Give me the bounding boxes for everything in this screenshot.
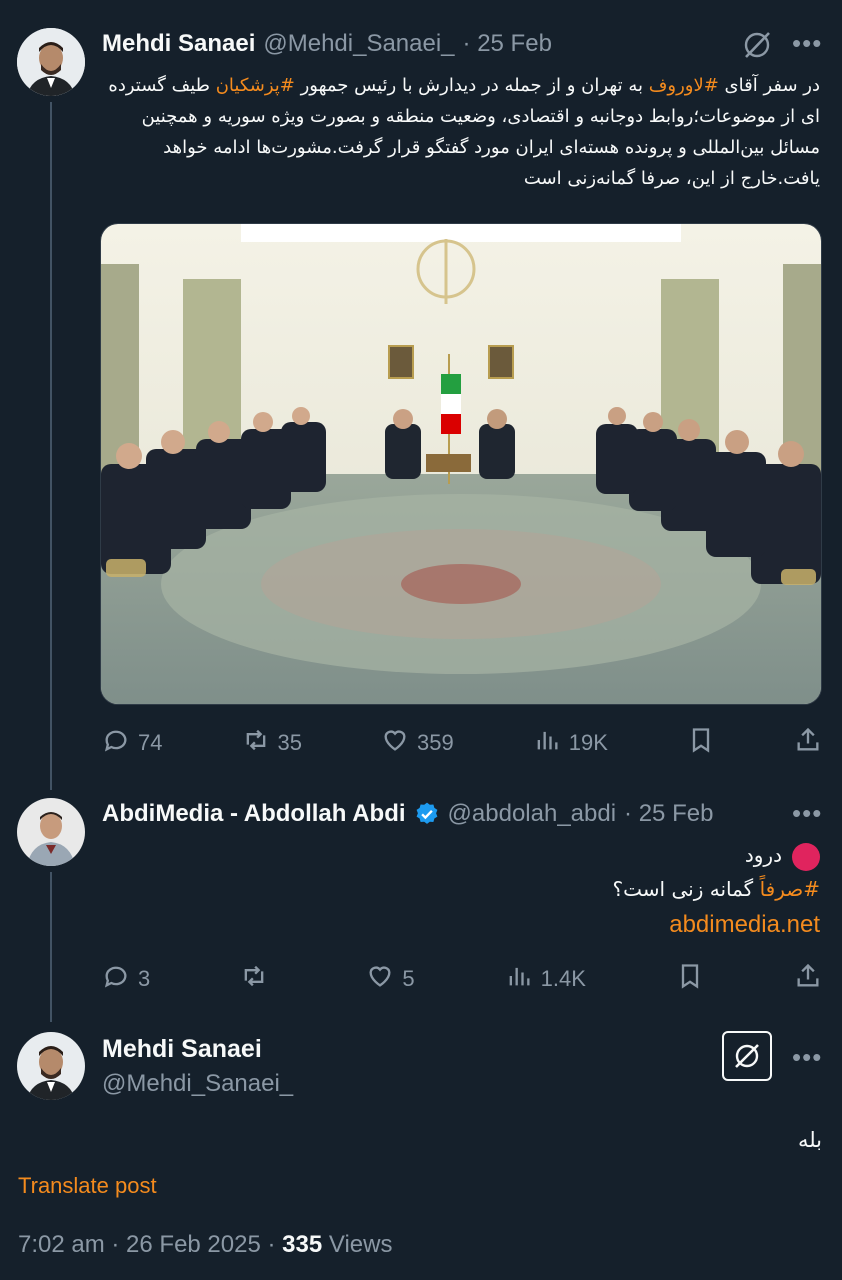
more-icon[interactable]: ••• <box>792 1042 822 1073</box>
text-segment: در سفر آقای <box>718 75 820 96</box>
hashtag[interactable]: #صرفاً <box>760 877 820 901</box>
share-icon <box>794 962 822 996</box>
repost-icon <box>242 726 270 760</box>
thread-line <box>50 102 52 790</box>
tweet-text: در سفر آقای #لاوروف به تهران و از جمله د… <box>100 70 820 194</box>
share-button[interactable] <box>794 726 822 760</box>
tweet-actions: 74 35 359 19K <box>102 726 822 760</box>
reply-line-2: #صرفاً گمانه زنی است؟ <box>612 877 820 901</box>
handle[interactable]: @Mehdi_Sanaei_ <box>263 30 454 58</box>
display-name[interactable]: AbdiMedia - Abdollah Abdi <box>102 800 406 828</box>
repost-button[interactable]: 35 <box>242 726 302 760</box>
post-date[interactable]: · 25 Feb <box>463 30 552 58</box>
views-count: 335 <box>282 1231 323 1258</box>
like-count: 359 <box>417 730 454 755</box>
views-count: 19K <box>568 730 608 755</box>
avatar[interactable] <box>17 798 85 866</box>
like-icon <box>381 726 409 760</box>
reply-link[interactable]: abdimedia.net <box>100 908 820 942</box>
hashtag[interactable]: #لاوروف <box>649 75 719 96</box>
like-icon <box>366 962 394 996</box>
display-name[interactable]: Mehdi Sanaei <box>102 30 255 58</box>
views-count: 1.4K <box>540 966 586 991</box>
bookmark-button[interactable] <box>687 726 715 760</box>
repost-count: 35 <box>277 730 302 755</box>
tweet-actions: 3 5 1.4K <box>102 962 822 996</box>
grok-icon[interactable] <box>742 30 772 60</box>
verified-icon <box>414 801 440 827</box>
views-label: Views <box>322 1231 393 1258</box>
text-segment: به تهران و از جمله در دیدارش با رئیس جمه… <box>294 75 649 96</box>
red-circle-emoji <box>792 842 820 871</box>
grok-icon[interactable] <box>722 1031 772 1081</box>
share-icon <box>794 726 822 760</box>
reply-icon <box>102 962 130 996</box>
more-icon[interactable]: ••• <box>792 798 822 829</box>
views-icon <box>533 726 561 760</box>
handle[interactable]: @Mehdi_Sanaei_ <box>102 1070 293 1098</box>
share-button[interactable] <box>794 962 822 996</box>
avatar[interactable] <box>17 1032 85 1100</box>
reply-button[interactable]: 3 <box>102 962 150 996</box>
tweet-header: Mehdi Sanaei @Mehdi_Sanaei_ · 25 Feb <box>102 30 552 58</box>
bookmark-icon <box>676 962 704 996</box>
tweet-text: بله <box>797 1128 822 1152</box>
post-date[interactable]: · 25 Feb <box>624 800 713 828</box>
handle[interactable]: @abdolah_abdi <box>448 800 617 828</box>
hashtag[interactable]: #پزشکیان <box>216 75 295 96</box>
views-button[interactable]: 1.4K <box>505 962 586 996</box>
reply-count: 74 <box>138 730 163 755</box>
tweet-text: درود #صرفاً گمانه زنی است؟ abdimedia.net <box>100 838 820 942</box>
avatar[interactable] <box>17 28 85 96</box>
bookmark-button[interactable] <box>676 962 704 996</box>
repost-button[interactable] <box>240 962 276 996</box>
bookmark-icon <box>687 726 715 760</box>
post-timestamp: 7:02 am · 26 Feb 2025 · 335 Views <box>18 1231 392 1259</box>
translate-link[interactable]: Translate post <box>18 1173 157 1199</box>
views-button[interactable]: 19K <box>533 726 608 760</box>
tweet-header: AbdiMedia - Abdollah Abdi @abdolah_abdi … <box>102 800 713 828</box>
like-count: 5 <box>402 966 415 991</box>
reply-icon <box>102 726 130 760</box>
thread-line <box>50 872 52 1022</box>
reply-count: 3 <box>138 966 151 991</box>
like-button[interactable]: 359 <box>381 726 454 760</box>
tweet-photo[interactable] <box>100 223 822 705</box>
more-icon[interactable]: ••• <box>792 28 822 59</box>
display-name[interactable]: Mehdi Sanaei <box>102 1035 262 1064</box>
repost-icon <box>240 962 268 996</box>
reply-line-1: درود <box>100 838 820 872</box>
timestamp[interactable]: 7:02 am · 26 Feb 2025 · <box>18 1231 282 1258</box>
views-icon <box>505 962 533 996</box>
like-button[interactable]: 5 <box>366 962 415 996</box>
reply-button[interactable]: 74 <box>102 726 162 760</box>
